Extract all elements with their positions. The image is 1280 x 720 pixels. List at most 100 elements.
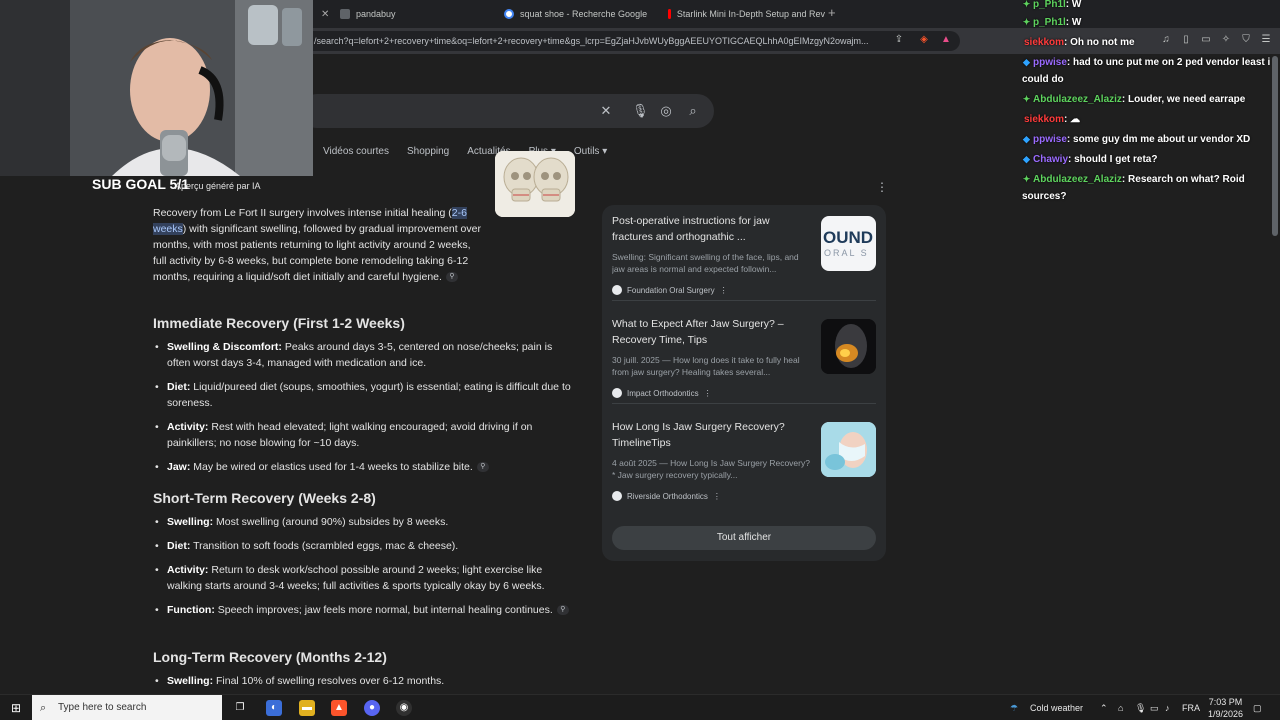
- chat-message: ◆ Chawiy: should I get reta?: [1022, 151, 1280, 168]
- tab-label: Starlink Mini In-Depth Setup and Rev: [676, 9, 825, 19]
- search-icon: ⌕: [40, 702, 47, 714]
- language-indicator[interactable]: FRA: [1182, 695, 1200, 720]
- chat-username: siekkom: [1024, 114, 1065, 125]
- source-thumbnail[interactable]: [821, 422, 876, 477]
- skull-thumbnail[interactable]: [495, 151, 575, 217]
- tab-tools[interactable]: Outils ▾: [574, 146, 607, 157]
- source-title[interactable]: Post-operative instructions for jaw frac…: [612, 213, 812, 245]
- tab-short-videos[interactable]: Vidéos courtes: [323, 146, 389, 157]
- stream-chat-overlay: ✦ p_Ph1l: W ✦ p_Ph1l: W siekkom: Oh no not…: [1022, 0, 1280, 210]
- discord-icon[interactable]: ●: [364, 700, 380, 716]
- intro-text: Recovery from Le Fort II surgery involve…: [153, 207, 452, 219]
- link-icon[interactable]: ⚲: [556, 605, 569, 616]
- section-heading: Long-Term Recovery (Months 2-12): [153, 649, 387, 665]
- ai-overview-label: Aperçu généré par IA: [175, 181, 261, 191]
- bullet-key: Function:: [167, 604, 215, 616]
- more-options-icon[interactable]: ⋮: [876, 180, 888, 194]
- source-snippet: 30 juill. 2025 — How long does it take t…: [612, 355, 800, 377]
- file-explorer-icon[interactable]: ▬: [299, 700, 315, 716]
- chat-username: siekkom: [1024, 37, 1065, 48]
- chat-message: ✦ p_Ph1l: W: [1022, 14, 1280, 31]
- close-icon[interactable]: ✕: [321, 9, 329, 20]
- tab-close-button-partial[interactable]: ✕: [313, 2, 329, 26]
- weather-icon[interactable]: ☂: [1010, 695, 1018, 720]
- new-tab-button[interactable]: +: [828, 5, 836, 20]
- bullet-text: Speech improves; jaw feels more normal, …: [214, 604, 553, 616]
- bullet-text: Transition to soft foods (scrambled eggs…: [190, 540, 459, 552]
- taskbar-search-input[interactable]: ⌕ Type here to search: [32, 695, 222, 720]
- source-thumbnail[interactable]: [821, 319, 876, 374]
- bullet-item: Swelling: Most swelling (around 90%) sub…: [155, 514, 572, 530]
- badge-icon: ◆: [1023, 57, 1030, 67]
- face-xray-image: [821, 319, 876, 374]
- brave-rewards-icon[interactable]: ▲: [940, 34, 952, 46]
- lens-icon[interactable]: ◎: [658, 103, 674, 119]
- bullet-item: Swelling: Final 10% of swelling resolves…: [155, 673, 572, 689]
- section-heading: Immediate Recovery (First 1-2 Weeks): [153, 315, 405, 331]
- page-scrollbar[interactable]: [1272, 56, 1278, 236]
- section-heading: Short-Term Recovery (Weeks 2-8): [153, 490, 376, 506]
- clock[interactable]: 7:03 PM 1/9/2026: [1208, 696, 1243, 720]
- badge-icon: ✦: [1022, 94, 1031, 104]
- more-icon[interactable]: ⋮: [713, 492, 721, 501]
- address-bar[interactable]: /search?q=lefort+2+recovery+time&oq=lefo…: [300, 31, 960, 51]
- clear-icon[interactable]: ✕: [598, 103, 614, 119]
- more-icon[interactable]: ⋮: [704, 389, 712, 398]
- more-icon[interactable]: ⋮: [720, 286, 728, 295]
- tab-shopping[interactable]: Shopping: [407, 146, 449, 157]
- task-view-icon[interactable]: ❐: [232, 700, 248, 716]
- source-title[interactable]: How Long Is Jaw Surgery Recovery? Timeli…: [612, 419, 812, 451]
- bullet-key: Swelling & Discomfort:: [167, 341, 282, 353]
- bullet-item: Swelling & Discomfort: Peaks around days…: [155, 339, 572, 371]
- streamer-webcam-image: [0, 0, 313, 176]
- site-icon: [612, 285, 622, 295]
- source-snippet: 4 août 2025 — How Long Is Jaw Surgery Re…: [612, 458, 810, 480]
- microphone-icon[interactable]: 🎙: [632, 103, 649, 119]
- battery-icon[interactable]: ▭: [1150, 695, 1159, 720]
- network-icon[interactable]: ⌂: [1118, 695, 1123, 720]
- link-icon[interactable]: ⚲: [476, 462, 489, 473]
- source-card[interactable]: How Long Is Jaw Surgery Recovery? Timeli…: [612, 411, 876, 507]
- brave-shield-icon[interactable]: ◈: [918, 34, 930, 46]
- sources-panel: Post-operative instructions for jaw frac…: [602, 205, 886, 561]
- source-thumbnail[interactable]: OUND ORAL S: [821, 216, 876, 271]
- weather-text[interactable]: Cold weather: [1030, 695, 1083, 720]
- chat-message: ✦ Abdulazeez_Alaziz: Louder, we need earr…: [1022, 91, 1280, 108]
- tab-starlink[interactable]: Starlink Mini In-Depth Setup and Rev: [660, 2, 825, 26]
- tab-squat-shoe[interactable]: squat shoe - Recherche Google: [496, 2, 656, 26]
- brave-browser-icon[interactable]: ▲: [331, 700, 347, 716]
- tab-pandabuy[interactable]: pandabuy: [332, 2, 492, 26]
- source-card[interactable]: What to Expect After Jaw Surgery? – Reco…: [612, 308, 876, 404]
- chat-username: ppwise: [1033, 134, 1067, 145]
- chat-text: : Louder, we need earrape: [1121, 94, 1246, 105]
- emote-icon: ☁: [1070, 114, 1081, 125]
- search-icon[interactable]: ⌕: [685, 103, 701, 119]
- bullet-item: Jaw: May be wired or elastics used for 1…: [155, 459, 572, 475]
- microphone-icon[interactable]: 🎙: [1135, 695, 1146, 720]
- chat-username: ppwise: [1033, 57, 1067, 68]
- bullet-key: Swelling:: [167, 675, 214, 687]
- volume-icon[interactable]: ♪: [1165, 695, 1170, 720]
- source-title[interactable]: What to Expect After Jaw Surgery? – Reco…: [612, 316, 812, 348]
- bullet-text: May be wired or elastics used for 1-4 we…: [190, 461, 473, 473]
- ai-overview-intro: Recovery from Le Fort II surgery involve…: [153, 205, 483, 285]
- address-text: /search?q=lefort+2+recovery+time&oq=lefo…: [314, 36, 869, 46]
- bullet-text: Most swelling (around 90%) subsides by 8…: [213, 516, 449, 528]
- link-icon[interactable]: ⚲: [445, 272, 458, 283]
- bullet-text: Return to desk work/school possible arou…: [167, 564, 545, 592]
- tab-label: pandabuy: [356, 9, 396, 19]
- search-input[interactable]: ✕ 🎙 ◎ ⌕: [300, 94, 714, 128]
- bullet-item: Function: Speech improves; jaw feels mor…: [155, 602, 572, 618]
- obs-icon[interactable]: ◉: [396, 700, 412, 716]
- chat-message: ✦ Abdulazeez_Alaziz: Research on what? Ro…: [1022, 171, 1280, 205]
- chat-message: ◆ ppwise: some guy dm me about ur vendor …: [1022, 131, 1280, 148]
- patient-image: [821, 422, 876, 477]
- source-card[interactable]: Post-operative instructions for jaw frac…: [612, 205, 876, 301]
- notifications-icon[interactable]: ▢: [1253, 695, 1262, 720]
- show-all-button[interactable]: Tout afficher: [612, 526, 876, 550]
- copilot-icon[interactable]: ◐: [266, 700, 282, 716]
- share-icon[interactable]: ⇪: [893, 34, 905, 46]
- tray-chevron-icon[interactable]: ⌃: [1100, 695, 1108, 720]
- windows-start-icon[interactable]: ⊞: [8, 700, 24, 716]
- badge-icon: ✦: [1022, 174, 1031, 184]
